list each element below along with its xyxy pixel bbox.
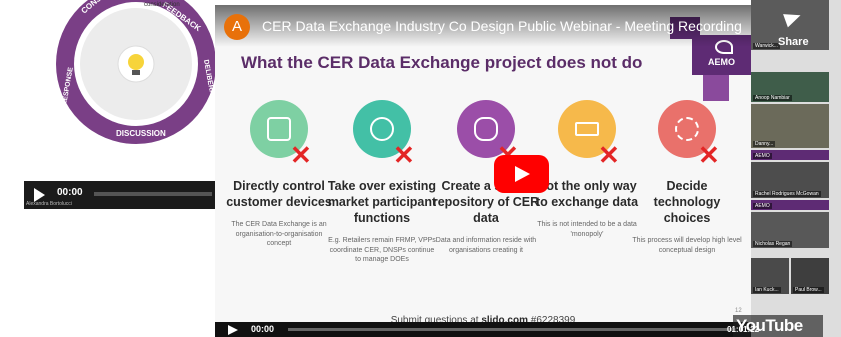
cross-icon: ✕: [393, 140, 415, 170]
youtube-play-button[interactable]: [494, 155, 549, 193]
participant-name: Paul Brow...: [793, 287, 824, 293]
participant-tile: AEMO: [751, 150, 829, 160]
share-button[interactable]: Share: [778, 36, 809, 48]
participant-tile: Nicholas Regan: [751, 212, 829, 248]
overlay-timestamp: 01:01:22: [727, 325, 760, 334]
webinar-screen: CONSULT FEEDBACK DELIBERATION DISCUSSION…: [0, 0, 841, 337]
participant-strip: Warwick... Anoop Nambiar Danny... AEMO R…: [751, 0, 841, 337]
slide-column: ✕ Decide technology choices This process…: [632, 100, 742, 255]
participant-tile: AEMO: [751, 200, 829, 210]
column-description: This is not intended to be a data 'monop…: [537, 221, 637, 238]
participant-name: Anoop Nambiar: [753, 95, 792, 101]
background-time: 00:00: [57, 187, 83, 198]
wheel-label-discussion: DISCUSSION: [116, 129, 166, 138]
slide-title: What the CER Data Exchange project does …: [241, 53, 643, 72]
background-play-icon[interactable]: [34, 188, 45, 202]
slide-column: ✕ Directly control customer devices The …: [224, 100, 334, 249]
cross-icon: ✕: [598, 140, 620, 170]
engagement-wheel: CONSULT FEEDBACK DELIBERATION DISCUSSION…: [56, 0, 216, 144]
column-description: E.g. Retailers remain FRMP, VPPs coordin…: [328, 237, 436, 263]
column-description: Data and information reside with organis…: [435, 237, 537, 254]
participant-name: Rachel Rodrigues McGowan: [753, 191, 821, 197]
slide-number: 12: [735, 308, 742, 314]
participant-tile: Ian Kuck...: [751, 258, 789, 294]
participant-name: Ian Kuck...: [753, 287, 781, 293]
play-icon: [515, 166, 530, 182]
presentation-slide: AEMO What the CER Data Exchange project …: [215, 5, 751, 337]
channel-avatar[interactable]: A: [224, 14, 250, 40]
column-description: The CER Data Exchange is an organisation…: [231, 221, 327, 247]
column-heading: Directly control customer devices: [226, 179, 332, 209]
cross-icon: ✕: [698, 140, 720, 170]
participant-tile: Rachel Rodrigues McGowan: [751, 162, 829, 198]
cross-icon: ✕: [290, 140, 312, 170]
aemo-logo-text: AEMO: [708, 57, 735, 67]
progress-bar[interactable]: [288, 328, 736, 331]
youtube-player[interactable]: AEMO What the CER Data Exchange project …: [215, 5, 751, 337]
participant-name: Danny...: [753, 141, 776, 147]
slide-decoration: [703, 75, 729, 101]
column-heading: Take over existing market participant fu…: [327, 179, 437, 225]
youtube-top-bar: A CER Data Exchange Industry Co Design P…: [215, 5, 751, 47]
background-video-controls: 00:00 Alexandra Bortolucci: [24, 181, 216, 209]
participant-name: Warwick...: [753, 43, 780, 49]
column-description: This process will develop high level con…: [632, 237, 742, 254]
youtube-control-bar: 00:00: [215, 322, 751, 337]
background-presenter-name: Alexandra Bortolucci: [26, 201, 72, 207]
current-time: 00:00: [251, 324, 275, 334]
participant-name: AEMO: [753, 153, 772, 159]
background-progress-bar[interactable]: [94, 192, 212, 196]
participant-tile: Paul Brow...: [791, 258, 829, 294]
participant-name: Nicholas Regan: [753, 241, 793, 247]
background-video[interactable]: CONSULT FEEDBACK DELIBERATION DISCUSSION…: [24, 0, 216, 209]
video-title[interactable]: CER Data Exchange Industry Co Design Pub…: [262, 18, 742, 34]
slide-column: ✕ Take over existing market participant …: [327, 100, 437, 265]
participant-name: AEMO: [753, 203, 772, 209]
wheel-top-fragment: consideration: [144, 2, 180, 8]
play-icon[interactable]: [228, 325, 238, 335]
participant-tile: Anoop Nambiar: [751, 72, 829, 102]
column-heading: Decide technology choices: [653, 179, 721, 225]
participant-tile: Danny...: [751, 104, 829, 148]
